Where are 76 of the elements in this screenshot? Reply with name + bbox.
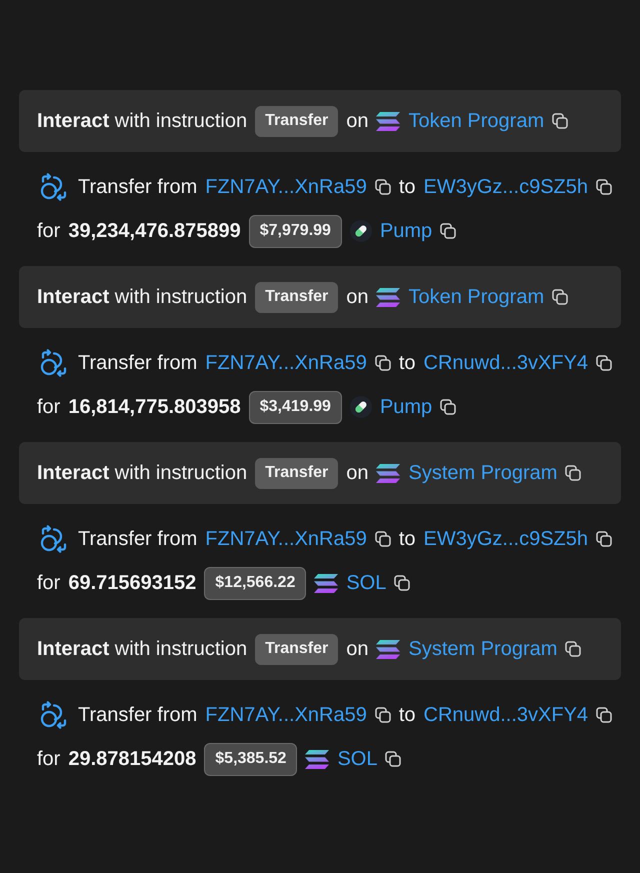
token-amount: 69.715693152: [68, 571, 196, 596]
usd-value-badge: $5,385.52: [204, 742, 298, 776]
address-link[interactable]: FZN7AY...XnRa59: [205, 700, 367, 730]
on-label: on: [346, 637, 368, 662]
address-link[interactable]: CRnuwd...3vXFY4: [424, 348, 588, 378]
transfer-label: Transfer from: [78, 527, 198, 552]
transfer-label: Transfer from: [78, 703, 198, 728]
stripes-logo-icon: [376, 464, 400, 482]
copy-icon: [552, 289, 568, 305]
transfer-label: Transfer from: [78, 175, 198, 200]
program-link[interactable]: System Program: [408, 634, 558, 664]
transfer-icon: [40, 173, 68, 201]
pill-icon: [350, 220, 372, 242]
program-link[interactable]: System Program: [408, 458, 558, 488]
to-label: to: [398, 351, 416, 376]
copy-icon: [440, 223, 456, 239]
transfer-label: Transfer from: [78, 351, 198, 376]
copy-icon: [565, 641, 582, 657]
token-link[interactable]: Pump: [380, 216, 432, 246]
usd-value-badge: $12,566.22: [204, 566, 306, 600]
address-link[interactable]: FZN7AY...XnRa59: [205, 172, 367, 202]
copy-icon: [385, 751, 402, 767]
copy-icon: [394, 575, 410, 591]
copy-icon: [374, 531, 391, 547]
copy-icon: [374, 355, 391, 371]
token-link[interactable]: SOL: [346, 568, 386, 598]
token-link[interactable]: SOL: [337, 744, 378, 774]
copy-icon: [552, 113, 568, 129]
stripes-logo-icon: [314, 574, 338, 592]
token-amount: 39,234,476.875899: [68, 219, 241, 244]
copy-icon: [440, 399, 456, 415]
instruction-label: Interact with instruction: [37, 461, 248, 486]
for-label: for: [37, 571, 60, 596]
address-link[interactable]: FZN7AY...XnRa59: [205, 348, 367, 378]
copy-icon: [565, 465, 582, 481]
usd-value-badge: $3,419.99: [248, 390, 342, 424]
copy-icon: [596, 531, 612, 547]
copy-icon: [596, 355, 612, 371]
copy-icon: [596, 179, 612, 195]
transfer-icon: [40, 525, 68, 553]
for-label: for: [37, 219, 60, 244]
address-link[interactable]: EW3yGz...c9SZ5h: [424, 172, 588, 202]
on-label: on: [346, 109, 368, 134]
copy-icon: [596, 707, 612, 723]
instruction-label: Interact with instruction: [37, 285, 248, 310]
instruction-badge: Transfer: [255, 282, 338, 312]
token-amount: 29.878154208: [68, 747, 196, 772]
transfer-icon: [40, 701, 68, 729]
pill-icon: [350, 396, 372, 418]
copy-icon: [374, 707, 391, 723]
stripes-logo-icon: [305, 750, 330, 768]
usd-value-badge: $7,979.99: [248, 214, 342, 248]
copy-icon: [374, 179, 391, 195]
address-link[interactable]: CRnuwd...3vXFY4: [424, 700, 588, 730]
address-link[interactable]: FZN7AY...XnRa59: [205, 524, 367, 554]
on-label: on: [346, 285, 368, 310]
to-label: to: [398, 175, 416, 200]
address-link[interactable]: EW3yGz...c9SZ5h: [424, 524, 588, 554]
on-label: on: [346, 461, 368, 486]
instruction-badge: Transfer: [255, 458, 338, 488]
instruction-badge: Transfer: [255, 634, 338, 664]
instruction-label: Interact with instruction: [37, 109, 248, 134]
token-link[interactable]: Pump: [380, 392, 432, 422]
stripes-logo-icon: [376, 112, 400, 130]
instruction-label: Interact with instruction: [37, 637, 248, 662]
stripes-logo-icon: [376, 288, 400, 306]
program-link[interactable]: Token Program: [408, 282, 544, 312]
to-label: to: [398, 703, 416, 728]
stripes-logo-icon: [376, 640, 400, 658]
for-label: for: [37, 395, 60, 420]
program-link[interactable]: Token Program: [408, 106, 544, 136]
transfer-icon: [40, 349, 68, 377]
for-label: for: [37, 747, 60, 772]
instruction-badge: Transfer: [255, 106, 338, 136]
token-amount: 16,814,775.803958: [68, 395, 241, 420]
to-label: to: [398, 527, 416, 552]
